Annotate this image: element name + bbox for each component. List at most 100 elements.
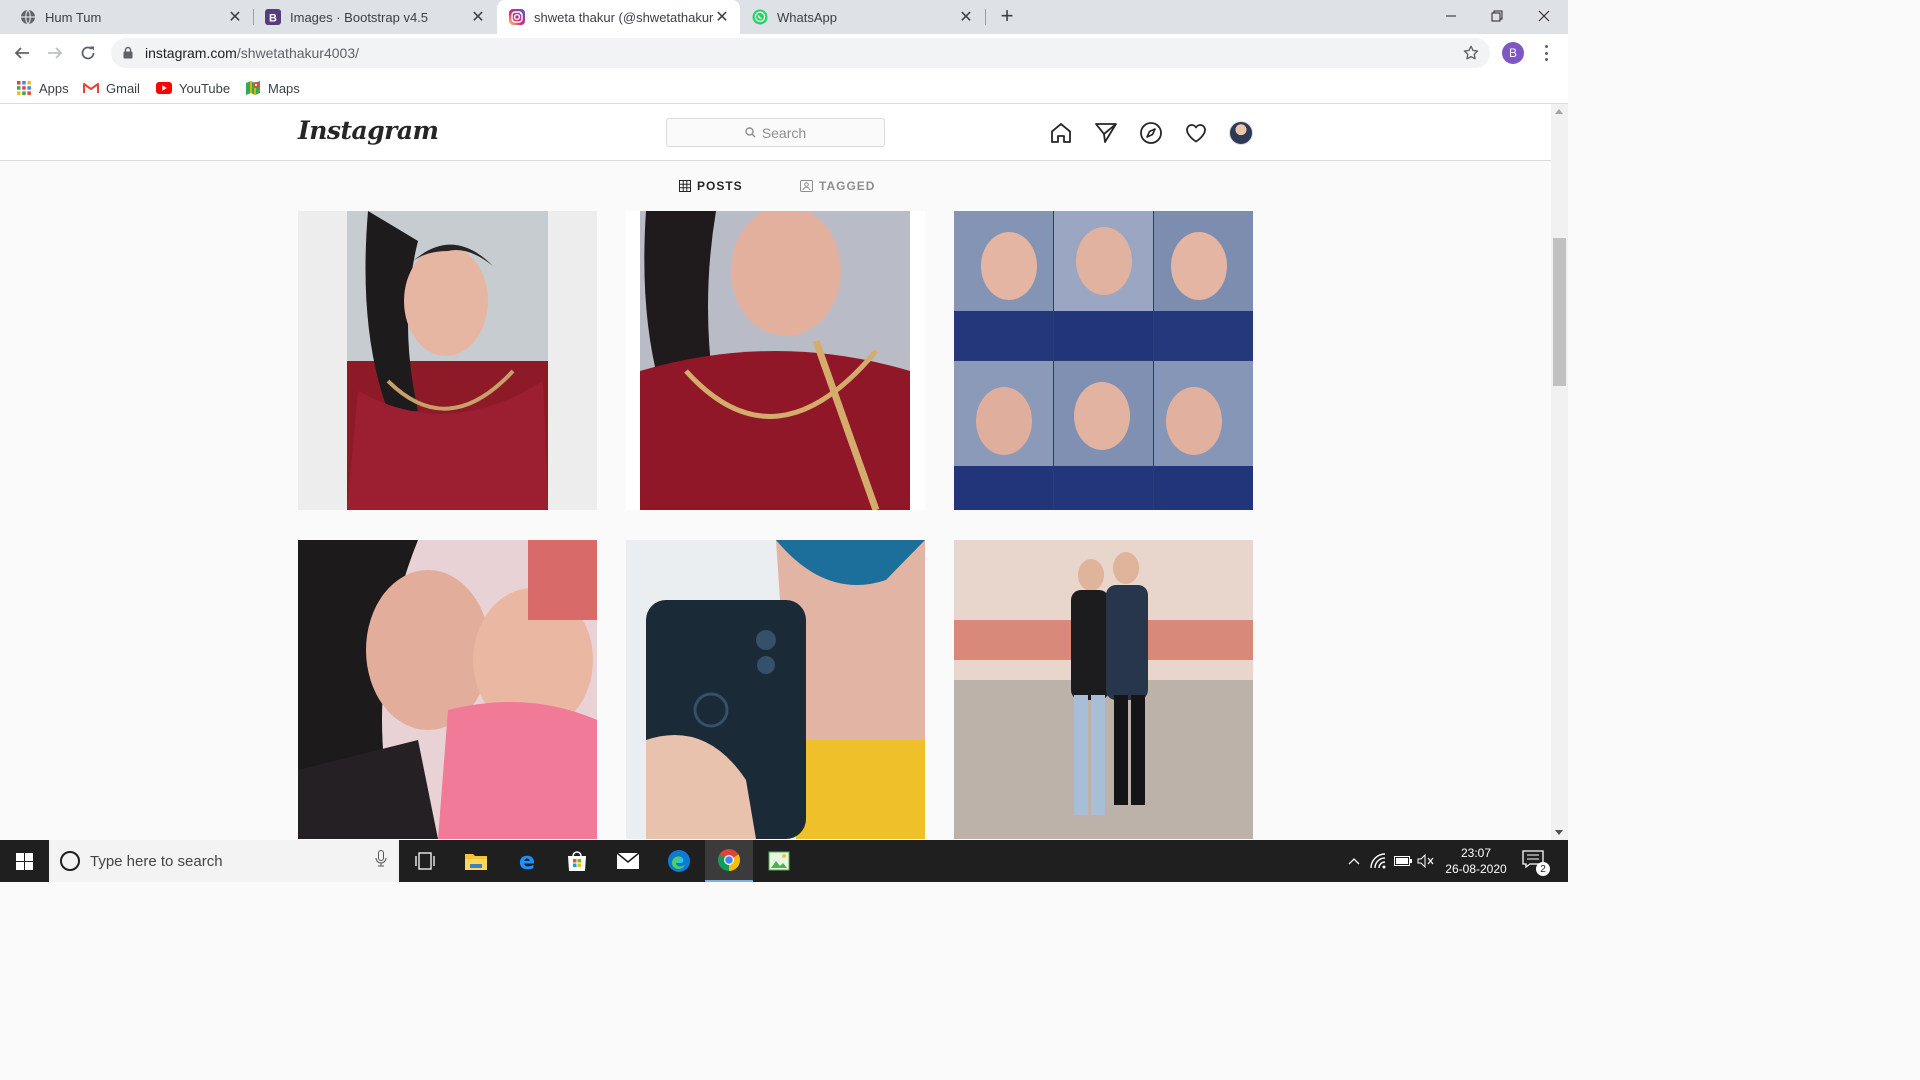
chrome-icon[interactable] [705,840,753,882]
profile-tabs: POSTS TAGGED [0,176,1551,196]
clock-time: 23:07 [1460,846,1492,860]
url-host: instagram.com [145,45,237,61]
bookmarks-bar: Apps Gmail YouTube Maps [0,72,1568,104]
windows-start-icon[interactable] [0,840,48,882]
photos-app-icon[interactable] [755,840,803,882]
apps-grid-icon [16,80,32,96]
instagram-navbar: Instagram Search [0,104,1551,161]
bootstrap-icon: B [265,9,281,25]
tab-posts[interactable]: POSTS [679,176,743,196]
post-3[interactable] [954,211,1253,510]
mail-icon[interactable] [604,840,652,882]
post-5[interactable] [626,540,925,839]
tab-title: WhatsApp [777,9,837,25]
tab-label: POSTS [697,179,743,193]
bookmark-star-icon[interactable] [1462,44,1480,67]
taskbar-search-placeholder: Type here to search [90,852,223,870]
scroll-down-icon[interactable] [1555,830,1563,835]
post-2[interactable] [626,211,925,510]
tab-title: Images · Bootstrap v4.5 [290,9,429,25]
close-icon[interactable]: ✕ [470,9,486,26]
battery-icon[interactable] [1392,840,1414,882]
scrollbar-thumb[interactable] [1553,238,1566,386]
windows-taskbar: Type here to search e 23:07 26-08-2020 2 [0,840,1568,882]
instagram-page: Instagram Search POSTS TAGGED [0,104,1551,840]
explore-icon[interactable] [1138,120,1164,146]
svg-text:e: e [519,850,535,872]
microphone-icon[interactable] [375,850,387,872]
back-arrow-icon[interactable] [10,41,34,65]
tab-hum-tum[interactable]: Hum Tum ✕ [0,0,253,34]
restore-icon[interactable] [1474,0,1520,32]
whatsapp-icon [752,9,768,25]
wifi-icon[interactable] [1368,840,1390,882]
taskbar-clock[interactable]: 23:07 26-08-2020 [1440,845,1512,877]
bookmark-label: Apps [39,80,69,96]
tab-title: Hum Tum [45,9,102,25]
tab-whatsapp[interactable]: WhatsApp ✕ [741,0,984,34]
maps-icon [245,80,261,96]
tab-instagram[interactable]: shweta thakur (@shwetathakur4003) ✕ [497,0,740,34]
direct-icon[interactable] [1093,120,1119,146]
gmail-icon [83,80,99,96]
kebab-menu-icon[interactable] [1538,43,1554,63]
post-4[interactable] [298,540,597,839]
instagram-logo[interactable]: Instagram [298,116,439,145]
bookmark-gmail[interactable]: Gmail [83,78,140,98]
show-hidden-icons-chevron-icon[interactable] [1343,840,1365,882]
page-scrollbar[interactable] [1551,104,1568,840]
close-icon[interactable]: ✕ [714,9,730,26]
volume-muted-icon[interactable] [1415,840,1437,882]
new-tab-button[interactable]: + [996,5,1018,28]
activity-heart-icon[interactable] [1183,120,1209,146]
close-icon[interactable]: ✕ [227,9,243,26]
microsoft-store-icon[interactable] [553,840,601,882]
cortana-icon [60,851,80,871]
address-bar[interactable]: instagram.com/shwetathakur4003/ [111,38,1490,68]
scroll-up-icon[interactable] [1555,109,1563,114]
tab-title: shweta thakur (@shwetathakur4003) [534,9,714,25]
svg-text:B: B [269,13,277,25]
tab-bootstrap[interactable]: B Images · Bootstrap v4.5 ✕ [254,0,496,34]
post-1[interactable] [298,211,597,510]
notification-count-badge: 2 [1536,862,1550,876]
edge-legacy-icon[interactable]: e [503,840,551,882]
bookmark-label: Maps [268,80,300,96]
post-image [298,540,597,839]
tagged-icon [800,180,813,192]
clock-date: 26-08-2020 [1445,862,1507,876]
close-icon[interactable]: ✕ [958,9,974,26]
bookmark-apps[interactable]: Apps [16,78,69,98]
instagram-icon [509,9,525,25]
reload-icon[interactable] [76,41,100,65]
bookmark-label: Gmail [106,80,140,96]
profile-avatar[interactable] [1229,121,1253,145]
bookmark-label: YouTube [179,80,231,96]
youtube-icon [156,80,172,96]
file-explorer-icon[interactable] [452,840,500,882]
tab-divider [985,9,986,25]
post-6[interactable] [954,540,1253,839]
post-image [954,211,1253,510]
minimize-icon[interactable] [1428,0,1474,32]
browser-toolbar: instagram.com/shwetathakur4003/ B [0,34,1568,72]
tab-tagged[interactable]: TAGGED [800,176,875,196]
bookmark-maps[interactable]: Maps [245,78,300,98]
search-input[interactable]: Search [666,118,885,147]
action-center-icon[interactable]: 2 [1522,850,1550,876]
url-path: /shwetathakur4003/ [236,45,360,61]
edge-icon[interactable] [655,840,703,882]
home-icon[interactable] [1048,120,1074,146]
task-view-icon[interactable] [401,840,449,882]
taskbar-search-input[interactable]: Type here to search [49,840,399,882]
bookmark-youtube[interactable]: YouTube [156,78,230,98]
post-image [626,540,925,839]
forward-arrow-icon[interactable] [43,41,67,65]
close-window-icon[interactable] [1521,0,1567,32]
post-image [640,211,910,510]
post-image [347,211,548,510]
post-image [954,540,1253,839]
lock-icon[interactable] [123,46,133,64]
browser-tab-strip: Hum Tum ✕ B Images · Bootstrap v4.5 ✕ sh… [0,0,1568,34]
browser-profile-avatar[interactable]: B [1502,42,1524,64]
